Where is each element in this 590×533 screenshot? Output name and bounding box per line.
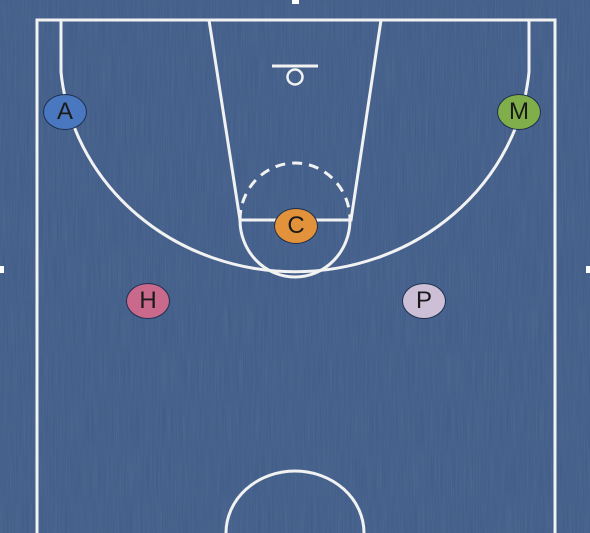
player-c[interactable]: C <box>274 208 318 244</box>
court-surface <box>0 0 590 533</box>
player-label: C <box>287 212 305 239</box>
player-label: A <box>56 98 73 125</box>
player-h[interactable]: H <box>126 283 170 319</box>
player-label: M <box>509 98 529 125</box>
player-a[interactable]: A <box>43 94 87 130</box>
basketball-court-diagram: A M C H P <box>0 0 590 533</box>
player-label: P <box>415 287 432 314</box>
resize-handle-top[interactable] <box>292 0 299 4</box>
player-label: H <box>139 287 157 314</box>
player-p[interactable]: P <box>402 283 446 319</box>
resize-handle-right[interactable] <box>586 266 590 273</box>
player-m[interactable]: M <box>497 94 541 130</box>
floor-texture <box>0 0 590 533</box>
resize-handle-left[interactable] <box>0 266 4 273</box>
